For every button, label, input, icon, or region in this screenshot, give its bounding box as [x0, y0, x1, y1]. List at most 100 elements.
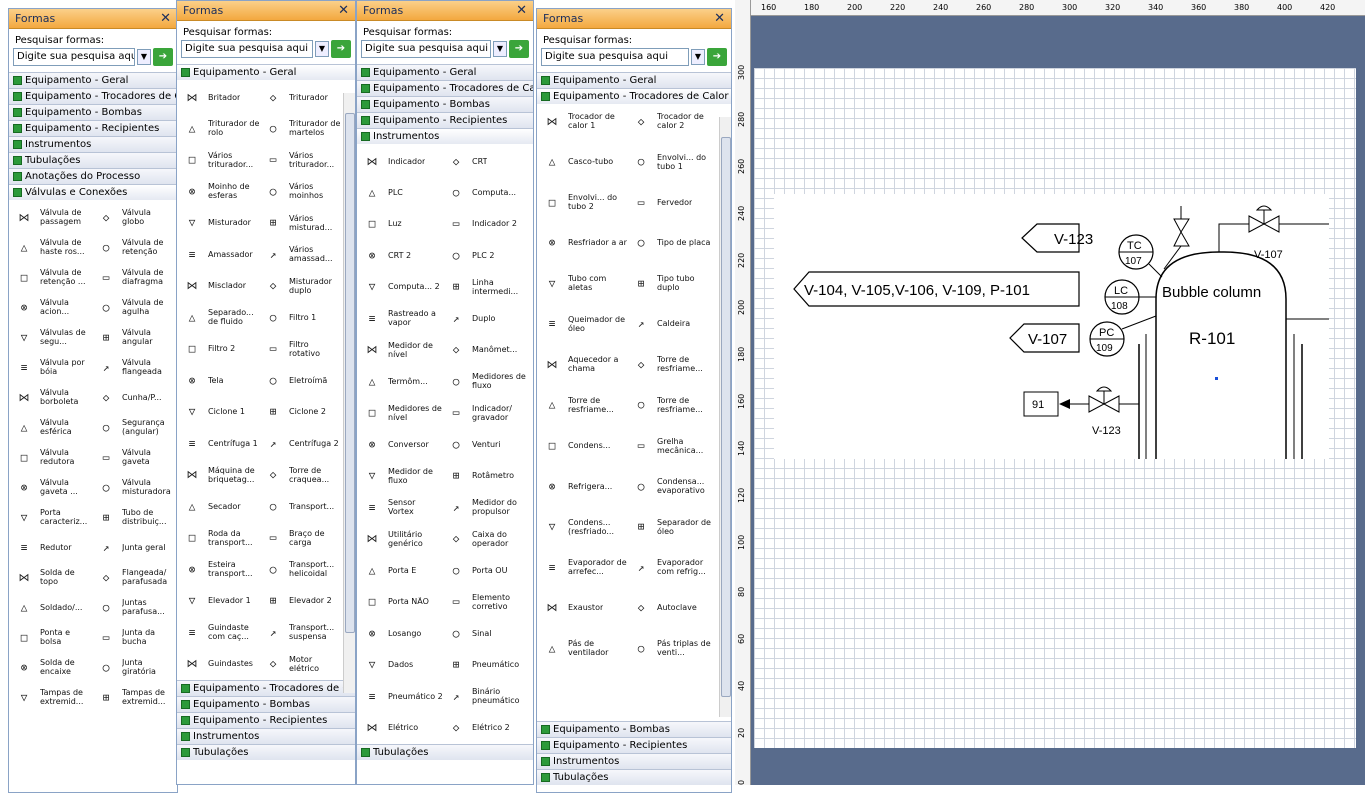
shape-item[interactable]: ▽ Porta caracteriz...	[11, 502, 93, 532]
shape-item[interactable]: ⋈ Máquina de briquetag...	[179, 460, 260, 490]
shape-item[interactable]: □ Porta NÃO	[359, 587, 443, 617]
shape-item[interactable]: ⋈ Trocador de calor 1	[539, 106, 628, 136]
category-header[interactable]: Instrumentos	[177, 728, 355, 744]
shape-item[interactable]: ⋈ Válvula de passagem	[11, 202, 93, 232]
shape-item[interactable]: ◯ Vários moinhos	[260, 176, 341, 206]
shape-item[interactable]: ◇ Autoclave	[628, 593, 717, 623]
shape-item[interactable]: □ Ponta e bolsa	[11, 622, 93, 652]
shape-item[interactable]: △ Pás de ventilador	[539, 633, 628, 663]
shape-item[interactable]: ⊞ Ciclone 2	[260, 397, 341, 427]
search-input[interactable]: Digite sua pesquisa aqui	[361, 40, 491, 58]
category-header[interactable]: Equipamento - Geral	[9, 72, 177, 88]
shape-item[interactable]: ↗ Medidor do propulsor	[443, 492, 527, 522]
category-header[interactable]: Válvulas e Conexões	[9, 184, 177, 200]
scrollbar-thumb[interactable]	[345, 113, 355, 633]
shape-item[interactable]: ○ Filtro 1	[260, 302, 341, 332]
shape-item[interactable]: □ Roda da transport...	[179, 523, 260, 553]
shape-item[interactable]: ≡ Rastreado a vapor	[359, 303, 443, 333]
shape-item[interactable]: ▭ Indicador/ gravador	[443, 398, 527, 428]
category-header[interactable]: Tubulações	[9, 152, 177, 168]
shape-item[interactable]: ⊗ Resfriador a ar	[539, 228, 628, 258]
search-go-button[interactable]: ➔	[331, 40, 351, 58]
shape-item[interactable]: ▭ Filtro rotativo	[260, 334, 341, 364]
shape-item[interactable]: ⊞ Tampas de extremid...	[93, 682, 175, 712]
shape-item[interactable]: ↗ Centrífuga 2	[260, 428, 341, 458]
shape-item[interactable]: ⊗ Válvula acion...	[11, 292, 93, 322]
category-header[interactable]: Instrumentos	[537, 753, 731, 769]
shape-item[interactable]: ○ Pás triplas de venti...	[628, 633, 717, 663]
panel-title-bar[interactable]: Formas ✕	[177, 1, 355, 21]
shape-item[interactable]: △ Soldado/...	[11, 592, 93, 622]
shape-item[interactable]: ⊞ Pneumático	[443, 650, 527, 680]
shape-item[interactable]: ◇ Torre de craquea...	[260, 460, 341, 490]
shape-item[interactable]: ◇ Flangeada/ parafusada	[93, 562, 175, 592]
close-icon[interactable]: ✕	[338, 3, 349, 18]
shape-item[interactable]: ⊗ Moinho de esferas	[179, 176, 260, 206]
shape-item[interactable]: ▭ Válvula gaveta	[93, 442, 175, 472]
tag-v123-top[interactable]: V-123	[1021, 223, 1093, 253]
shape-item[interactable]: ↗ Válvula flangeada	[93, 352, 175, 382]
shape-item[interactable]: ◯ Sinal	[443, 618, 527, 648]
shape-item[interactable]: ≡ Amassador	[179, 239, 260, 269]
instrument-lc[interactable]: LC 108	[1104, 279, 1140, 315]
shape-item[interactable]: ◯ Eletroímã	[260, 365, 341, 395]
category-header[interactable]: Equipamento - Trocadores de Calor	[537, 88, 731, 104]
category-header[interactable]: Equipamento - Recipientes	[357, 112, 533, 128]
shape-item[interactable]: ↗ Junta geral	[93, 532, 175, 562]
shape-item[interactable]: ⊗ Esteira transport...	[179, 554, 260, 584]
search-dropdown-icon[interactable]: ▼	[315, 41, 329, 57]
search-dropdown-icon[interactable]: ▼	[137, 49, 151, 65]
shape-item[interactable]: ▭ Fervedor	[628, 187, 717, 217]
category-header[interactable]: Instrumentos	[9, 136, 177, 152]
shape-item[interactable]: ⋈ Medidor de nível	[359, 335, 443, 365]
shape-item[interactable]: ≡ Guindaste com caç...	[179, 617, 260, 647]
shape-item[interactable]: ▭ Grelha mecânica...	[628, 431, 717, 461]
search-input[interactable]: Digite sua pesquisa aqui	[541, 48, 689, 66]
shape-item[interactable]: ▭ Vários triturador...	[260, 145, 341, 175]
category-header[interactable]: Tubulações	[537, 769, 731, 785]
panel-title-bar[interactable]: Formas ✕	[537, 9, 731, 29]
shape-item[interactable]: ○ Envolvi... do tubo 1	[628, 147, 717, 177]
shape-item[interactable]: ⊞ Tubo de distribuiç...	[93, 502, 175, 532]
shape-item[interactable]: ⋈ Britador	[179, 82, 260, 112]
shape-item[interactable]: ↗ Transport... suspensa	[260, 617, 341, 647]
search-go-button[interactable]: ➔	[509, 40, 529, 58]
shape-item[interactable]: ◇ Torre de resfriame...	[628, 349, 717, 379]
tag-v104-group[interactable]: V-104, V-105,V-106, V-109, P-101	[793, 271, 1080, 307]
shape-item[interactable]: ▭ Elemento corretivo	[443, 587, 527, 617]
category-header[interactable]: Equipamento - Bombas	[357, 96, 533, 112]
shape-item[interactable]: ▽ Medidor de fluxo	[359, 461, 443, 491]
shape-item[interactable]: ⊞ Separador de óleo	[628, 512, 717, 542]
shape-item[interactable]: ≡ Evaporador de arrefec...	[539, 552, 628, 582]
shape-item[interactable]: ▽ Computa... 2	[359, 272, 443, 302]
shape-item[interactable]: ⊞ Elevador 2	[260, 586, 341, 616]
shape-item[interactable]: □ Luz	[359, 209, 443, 239]
close-icon[interactable]: ✕	[516, 3, 527, 18]
shape-item[interactable]: ○ Computa...	[443, 177, 527, 207]
category-header[interactable]: Equipamento - Recipientes	[537, 737, 731, 753]
drawing-page[interactable]: V-123 V-104, V-105,V-106, V-109, P-101 V…	[754, 68, 1356, 748]
shape-item[interactable]: ⊗ Solda de encaixe	[11, 652, 93, 682]
shape-item[interactable]: ▭ Válvula de diafragma	[93, 262, 175, 292]
category-header[interactable]: Equipamento - Recipientes	[177, 712, 355, 728]
shape-item[interactable]: ⋈ Válvula borboleta	[11, 382, 93, 412]
shape-item[interactable]: ○ Válvula de retenção	[93, 232, 175, 262]
tag-v107-left[interactable]: V-107	[1009, 323, 1080, 353]
shape-item[interactable]: ⋈ Utilitário genérico	[359, 524, 443, 554]
shape-item[interactable]: □ Válvula redutora	[11, 442, 93, 472]
relief-valve[interactable]	[1163, 206, 1190, 270]
shape-item[interactable]: ▽ Válvulas de segu...	[11, 322, 93, 352]
shape-item[interactable]: △ Triturador de rolo	[179, 113, 260, 143]
shape-item[interactable]: ⋈ Guindastes	[179, 649, 260, 679]
shape-item[interactable]: ▽ Condens... (resfriado...	[539, 512, 628, 542]
shape-item[interactable]: ⊗ Tela	[179, 365, 260, 395]
shape-item[interactable]: ≡ Pneumático 2	[359, 681, 443, 711]
shape-item[interactable]: ◯ Venturi	[443, 429, 527, 459]
panel-title-bar[interactable]: Formas ✕	[357, 1, 533, 21]
search-go-button[interactable]: ➔	[707, 48, 727, 66]
shape-item[interactable]: ◇ Manômet...	[443, 335, 527, 365]
shape-item[interactable]: ⊗ Refrigera...	[539, 471, 628, 501]
shape-item[interactable]: ○ Transport...	[260, 491, 341, 521]
shape-item[interactable]: □ Filtro 2	[179, 334, 260, 364]
category-header[interactable]: Equipamento - Bombas	[9, 104, 177, 120]
